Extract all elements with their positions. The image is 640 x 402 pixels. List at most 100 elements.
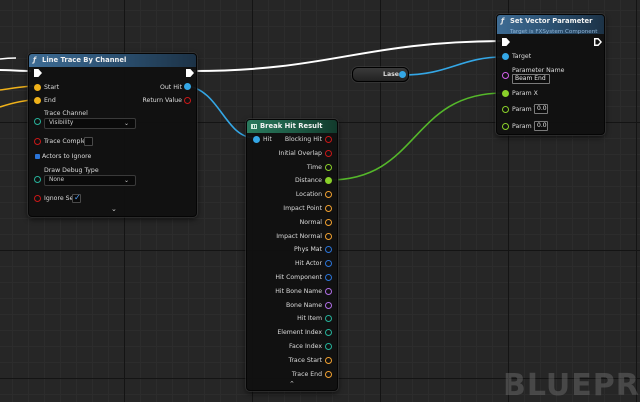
chevron-down-icon: ⌄ [123,120,129,127]
end-label: End [44,97,56,104]
param-y-pin[interactable] [502,106,509,113]
trace-complex-label: Trace Complex [44,138,90,145]
draw-debug-value: None [49,177,65,183]
chevron-down-icon: ⌄ [123,177,129,184]
output-time-pin[interactable] [325,163,332,171]
output-location-pin[interactable] [325,191,332,199]
output-phys-mat-pin[interactable] [325,246,332,254]
hit-input-label: Hit [263,136,272,143]
output-time-label: Time [306,163,322,171]
param-x-pin[interactable] [502,90,509,97]
function-icon: ƒ [33,56,37,64]
draw-debug-type-dropdown[interactable]: None ⌄ [44,175,136,186]
output-distance-label: Distance [294,177,322,185]
line-trace-by-channel-node[interactable]: ƒ Line Trace By Channel Start Out Hit Re… [28,53,197,217]
draw-debug-type-label: Draw Debug Type [44,167,99,174]
output-bone-name-pin[interactable] [325,301,332,309]
output-phys-mat-label: Phys Mat [293,246,322,254]
exec-wire-out [192,40,502,72]
output-impact-normal-pin[interactable] [325,232,332,240]
output-trace-end-label: Trace End [291,370,322,378]
exec-in-pin[interactable] [34,69,42,77]
expand-chevron-icon[interactable]: ⌄ [111,205,117,213]
trace-channel-dropdown[interactable]: Visibility ⌄ [44,118,136,129]
laser-variable-node[interactable]: Laser [352,67,409,82]
output-normal-label: Normal [299,218,322,226]
output-trace-start-label: Trace Start [288,356,323,364]
hit-input-pin[interactable] [253,136,260,143]
exec-out-pin[interactable] [186,69,194,77]
return-value-label: Return Value [142,97,183,104]
line-trace-title: Line Trace By Channel [42,56,127,64]
laser-output-pin[interactable] [399,71,406,78]
struct-wire-hit [186,85,256,139]
set-vector-header[interactable]: ƒ Set Vector Parameter Target is FXSyste… [497,15,604,35]
output-trace-end-pin[interactable] [325,370,332,378]
exec-wire-left-edge [0,57,17,60]
parameter-name-label: Parameter Name [512,67,565,74]
output-hit-component-label: Hit Component [275,274,322,281]
output-initial-overlap-label: Initial Overlap [278,149,322,157]
line-trace-header[interactable]: ƒ Line Trace By Channel [29,54,196,67]
param-z-input[interactable]: 0.0 [534,121,548,131]
out-hit-label: Out Hit [160,84,182,91]
output-initial-overlap-pin[interactable] [325,149,332,157]
param-y-input[interactable]: 0.0 [534,104,548,114]
exec-out-pin[interactable] [594,38,602,46]
blueprint-watermark: BLUEPR [503,368,640,402]
set-vector-subtitle: Target is FXSystem Component [510,29,598,35]
float-wire-distance [328,92,504,181]
output-trace-start-pin[interactable] [325,356,332,364]
end-pin[interactable] [34,97,41,104]
set-vector-parameter-node[interactable]: ƒ Set Vector Parameter Target is FXSyste… [496,14,605,135]
break-hit-result-node[interactable]: Break Hit Result Hit Blocking Hit Initial… [246,119,338,391]
param-z-pin[interactable] [502,123,509,130]
start-pin[interactable] [34,84,41,91]
parameter-name-input[interactable]: Beam End [512,74,550,84]
function-icon: ƒ [501,17,505,25]
object-wire-laser [401,56,504,76]
ignore-self-checkbox[interactable] [72,193,81,203]
output-impact-normal-label: Impact Normal [276,232,322,240]
output-impact-point-label: Impact Point [283,205,322,212]
struct-icon [251,124,257,129]
return-value-pin[interactable] [184,97,191,104]
output-hit-actor-pin[interactable] [325,260,332,268]
output-element-index-pin[interactable] [325,329,332,337]
output-hit-actor-label: Hit Actor [294,260,322,268]
output-hit-component-pin[interactable] [325,274,332,281]
output-hit-bone-name-pin[interactable] [325,287,332,295]
set-vector-title: Set Vector Parameter [510,17,593,25]
trace-channel-pin[interactable] [34,118,41,125]
output-face-index-pin[interactable] [325,343,332,350]
out-hit-pin[interactable] [184,83,191,90]
output-blocking-hit-pin[interactable] [325,136,332,143]
output-element-index-label: Element Index [277,329,322,337]
draw-debug-type-pin[interactable] [34,176,41,183]
break-hit-header[interactable]: Break Hit Result [247,120,337,133]
param-x-label: Param X [512,90,538,97]
target-label: Target [512,53,532,60]
trace-complex-checkbox[interactable] [84,137,93,146]
exec-in-pin[interactable] [502,38,510,46]
trace-channel-value: Visibility [49,120,74,126]
target-pin[interactable] [502,53,509,60]
output-normal-pin[interactable] [325,218,332,226]
output-blocking-hit-label: Blocking Hit [284,136,322,143]
ignore-self-pin[interactable] [34,195,41,202]
actors-to-ignore-pin[interactable] [35,154,40,159]
output-impact-point-pin[interactable] [325,205,332,212]
trace-complex-pin[interactable] [34,138,41,145]
output-distance-pin[interactable] [325,177,332,185]
output-location-label: Location [295,191,322,199]
break-hit-title: Break Hit Result [260,122,323,130]
output-bone-name-label: Bone Name [286,301,322,309]
output-hit-item-label: Hit Item [297,315,322,323]
output-hit-item-pin[interactable] [325,315,332,323]
output-hit-bone-name-label: Hit Bone Name [275,287,322,295]
start-label: Start [44,84,60,91]
exec-wire-in [0,69,32,72]
parameter-name-pin[interactable] [502,72,509,79]
collapse-chevron-icon[interactable]: ⌃ [289,380,295,388]
output-face-index-label: Face Index [289,343,322,350]
